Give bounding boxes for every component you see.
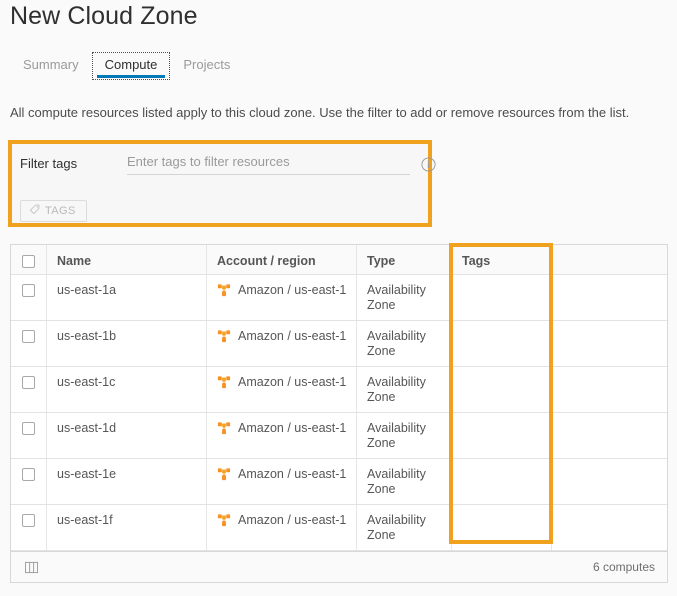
- cell-spacer: [551, 413, 667, 458]
- row-checkbox[interactable]: [22, 376, 35, 389]
- aws-icon: [217, 284, 231, 300]
- tab-summary[interactable]: Summary: [10, 52, 92, 80]
- aws-icon: [217, 422, 231, 438]
- cell-name: us-east-1f: [46, 505, 206, 550]
- row-select-cell: [11, 505, 46, 550]
- column-header-spacer: [551, 245, 667, 274]
- cell-account-region: Amazon / us-east-1: [206, 505, 356, 550]
- cell-type-text: Availability Zone: [367, 329, 426, 358]
- cell-account-region-text: Amazon / us-east-1: [238, 421, 347, 435]
- table-row[interactable]: us-east-1b Amazon / us-east-1 Availabili…: [11, 321, 667, 367]
- tab-projects[interactable]: Projects: [170, 52, 243, 80]
- cell-spacer: [551, 275, 667, 320]
- cell-type: Availability Zone: [356, 413, 451, 458]
- row-select-cell: [11, 275, 46, 320]
- cell-type-text: Availability Zone: [367, 467, 426, 496]
- filter-tags-panel: Filter tags TAGS: [8, 140, 436, 227]
- aws-icon: [217, 468, 231, 484]
- datagrid-header-row: Name Account / region Type Tags: [11, 245, 667, 275]
- row-select-cell: [11, 459, 46, 504]
- compute-datagrid: Name Account / region Type Tags us-east-…: [10, 244, 668, 583]
- cell-account-region: Amazon / us-east-1: [206, 321, 356, 366]
- cell-account-region: Amazon / us-east-1: [206, 413, 356, 458]
- cell-type: Availability Zone: [356, 321, 451, 366]
- cell-account-region-text: Amazon / us-east-1: [238, 467, 347, 481]
- table-row[interactable]: us-east-1c Amazon / us-east-1 Availabili…: [11, 367, 667, 413]
- tab-bar: Summary Compute Projects: [10, 52, 243, 80]
- cell-account-region-text: Amazon / us-east-1: [238, 513, 347, 527]
- table-row[interactable]: us-east-1d Amazon / us-east-1 Availabili…: [11, 413, 667, 459]
- cell-account-region-text: Amazon / us-east-1: [238, 375, 347, 389]
- datagrid-footer: 6 computes: [11, 551, 667, 582]
- cell-spacer: [551, 367, 667, 412]
- row-select-cell: [11, 413, 46, 458]
- cell-tags: [451, 275, 551, 320]
- cell-type-text: Availability Zone: [367, 513, 426, 542]
- cell-name: us-east-1d: [46, 413, 206, 458]
- page-title: New Cloud Zone: [10, 2, 198, 30]
- cell-tags: [451, 505, 551, 550]
- info-circle-icon[interactable]: [421, 157, 436, 172]
- table-row[interactable]: us-east-1a Amazon / us-east-1 Availabili…: [11, 275, 667, 321]
- select-all-checkbox[interactable]: [22, 254, 35, 268]
- tab-compute[interactable]: Compute: [91, 52, 171, 80]
- cell-account-region: Amazon / us-east-1: [206, 367, 356, 412]
- cell-tags: [451, 367, 551, 412]
- page-description: All compute resources listed apply to th…: [10, 105, 630, 120]
- cell-spacer: [551, 459, 667, 504]
- tags-button[interactable]: TAGS: [20, 200, 87, 222]
- cell-name: us-east-1a: [46, 275, 206, 320]
- tab-projects-label: Projects: [183, 57, 231, 72]
- row-checkbox[interactable]: [22, 468, 35, 481]
- filter-tags-label: Filter tags: [20, 156, 78, 171]
- column-header-type[interactable]: Type: [356, 245, 451, 274]
- tab-compute-label: Compute: [104, 57, 158, 72]
- aws-icon: [217, 330, 231, 346]
- cell-type-text: Availability Zone: [367, 283, 426, 312]
- filter-tags-input[interactable]: [127, 152, 410, 175]
- row-checkbox[interactable]: [22, 330, 35, 343]
- cell-spacer: [551, 321, 667, 366]
- cell-type: Availability Zone: [356, 367, 451, 412]
- table-row[interactable]: us-east-1f Amazon / us-east-1 Availabili…: [11, 505, 667, 551]
- aws-icon: [217, 376, 231, 392]
- cell-type-text: Availability Zone: [367, 375, 426, 404]
- column-header-tags[interactable]: Tags: [451, 245, 551, 274]
- cell-tags: [451, 321, 551, 366]
- cell-type: Availability Zone: [356, 505, 451, 550]
- cell-name: us-east-1e: [46, 459, 206, 504]
- cell-type-text: Availability Zone: [367, 421, 426, 450]
- aws-icon: [217, 514, 231, 530]
- row-count-label: 6 computes: [592, 560, 655, 574]
- cell-account-region-text: Amazon / us-east-1: [238, 283, 347, 297]
- cell-tags: [451, 459, 551, 504]
- row-checkbox[interactable]: [22, 422, 35, 435]
- cell-type: Availability Zone: [356, 275, 451, 320]
- cell-name: us-east-1b: [46, 321, 206, 366]
- tab-summary-label: Summary: [23, 57, 79, 72]
- column-toggle-icon[interactable]: [25, 561, 38, 574]
- cell-tags: [451, 413, 551, 458]
- cell-name: us-east-1c: [46, 367, 206, 412]
- row-checkbox[interactable]: [22, 514, 35, 527]
- cell-account-region: Amazon / us-east-1: [206, 275, 356, 320]
- filter-tags-input-wrap: [127, 152, 410, 175]
- cell-account-region-text: Amazon / us-east-1: [238, 329, 347, 343]
- table-row[interactable]: us-east-1e Amazon / us-east-1 Availabili…: [11, 459, 667, 505]
- tags-button-label: TAGS: [45, 205, 76, 217]
- column-header-account-region[interactable]: Account / region: [206, 245, 356, 274]
- row-select-cell: [11, 367, 46, 412]
- tag-icon: [29, 204, 40, 218]
- cell-account-region: Amazon / us-east-1: [206, 459, 356, 504]
- cell-type: Availability Zone: [356, 459, 451, 504]
- cell-spacer: [551, 505, 667, 550]
- row-select-cell: [11, 321, 46, 366]
- select-all-cell: [11, 245, 46, 274]
- column-header-name[interactable]: Name: [46, 245, 206, 274]
- row-checkbox[interactable]: [22, 284, 35, 297]
